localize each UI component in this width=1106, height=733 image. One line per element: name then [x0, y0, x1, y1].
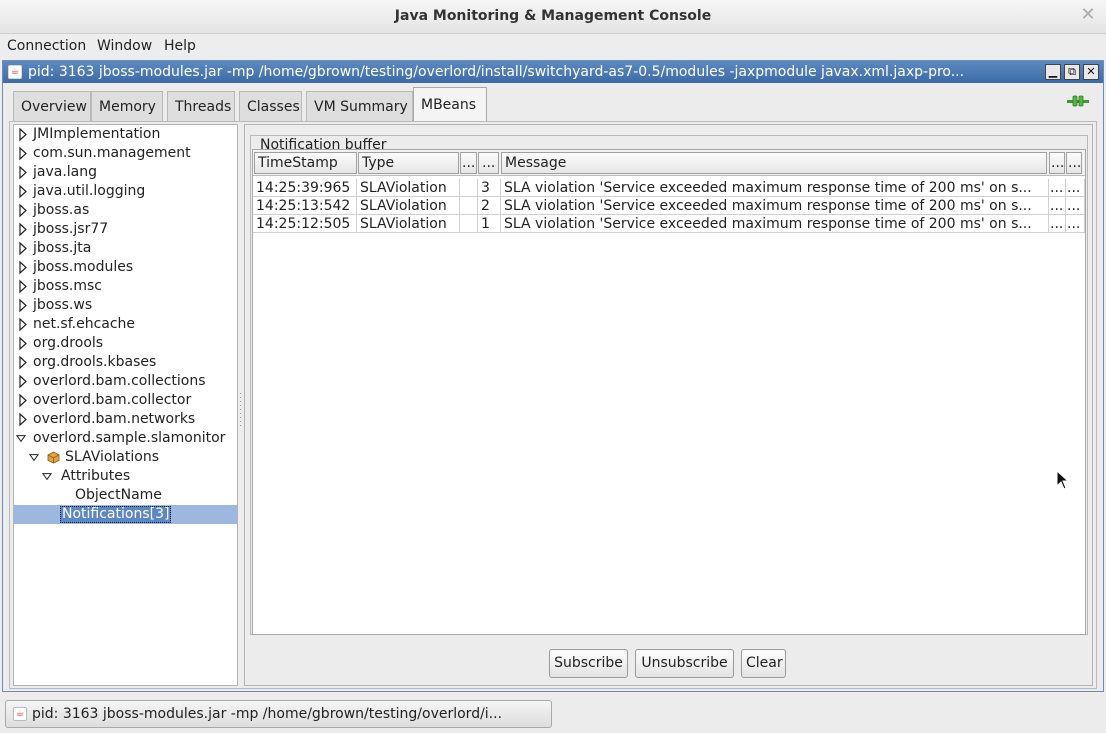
clear-button[interactable]: Clear [741, 649, 786, 678]
column-header-message[interactable]: Message [501, 152, 1047, 174]
tree-node[interactable]: com.sun.management [14, 144, 237, 163]
expand-arrow-icon[interactable] [18, 315, 28, 334]
tree-node[interactable]: overlord.bam.collector [14, 391, 237, 410]
window-title: Java Monitoring & Management Console [394, 8, 712, 24]
expand-arrow-icon[interactable] [18, 239, 28, 258]
close-window-button[interactable]: ✕ [1076, 4, 1100, 26]
expand-arrow-icon[interactable] [18, 201, 28, 220]
tree-leaf-selected[interactable]: Notifications[3] [14, 505, 237, 524]
tab-mbeans[interactable]: MBeans [413, 87, 487, 122]
tree-node[interactable]: net.sf.ehcache [14, 315, 237, 334]
table-row[interactable]: 14:25:12:505 SLAViolation 1 SLA violatio… [253, 215, 1085, 233]
tree-node[interactable]: jboss.modules [14, 258, 237, 277]
table-row[interactable]: 14:25:39:965 SLAViolation 3 SLA violatio… [253, 179, 1085, 197]
subscribe-button[interactable]: Subscribe [549, 649, 628, 678]
collapse-arrow-icon[interactable] [29, 448, 39, 467]
collapse-arrow-icon[interactable] [16, 429, 26, 448]
taskbar-window-label: pid: 3163 jboss-modules.jar -mp /home/gb… [32, 706, 503, 722]
column-header-seq-num[interactable]: ... [478, 152, 499, 174]
expand-arrow-icon[interactable] [18, 258, 28, 277]
menu-window[interactable]: Window [97, 38, 152, 54]
menu-help[interactable]: Help [164, 38, 196, 54]
mbean-tree[interactable]: JMImplementation com.sun.management java… [13, 124, 238, 686]
mbean-bean-icon [47, 451, 60, 464]
tab-memory[interactable]: Memory [91, 91, 163, 121]
window-title-bar: Java Monitoring & Management Console ✕ [0, 0, 1106, 34]
expand-arrow-icon[interactable] [18, 182, 28, 201]
column-header-type[interactable]: Type [358, 152, 459, 174]
tree-node[interactable]: jboss.msc [14, 277, 237, 296]
expand-arrow-icon[interactable] [18, 125, 28, 144]
mouse-pointer-icon [1056, 470, 1070, 490]
column-header-source[interactable]: ... [1066, 152, 1082, 174]
restore-button[interactable]: ⧉ [1064, 64, 1080, 80]
expand-arrow-icon[interactable] [18, 410, 28, 429]
column-header-user-data[interactable]: ... [460, 152, 477, 174]
java-cup-icon: ☕ [8, 65, 22, 79]
table-row[interactable]: 14:25:13:542 SLAViolation 2 SLA violatio… [253, 197, 1085, 215]
internal-frame-title: pid: 3163 jboss-modules.jar -mp /home/gb… [28, 64, 965, 80]
java-cup-icon: ☕ [13, 707, 27, 721]
tree-node[interactable]: org.drools [14, 334, 237, 353]
window-list-bar: ☕ pid: 3163 jboss-modules.jar -mp /home/… [0, 694, 1106, 733]
tree-node-expanded[interactable]: SLAViolations [14, 448, 237, 467]
expand-arrow-icon[interactable] [18, 334, 28, 353]
collapse-arrow-icon[interactable] [42, 467, 52, 486]
tab-overview[interactable]: Overview [13, 91, 91, 121]
tree-node[interactable]: JMImplementation [14, 125, 237, 144]
column-header-event[interactable]: ... [1049, 152, 1065, 174]
tree-node[interactable]: jboss.jta [14, 239, 237, 258]
tree-node[interactable]: overlord.bam.collections [14, 372, 237, 391]
expand-arrow-icon[interactable] [18, 372, 28, 391]
internal-frame-title-bar[interactable]: ☕ pid: 3163 jboss-modules.jar -mp /home/… [3, 61, 1103, 83]
taskbar-window-button[interactable]: ☕ pid: 3163 jboss-modules.jar -mp /home/… [5, 700, 552, 728]
tree-node[interactable]: java.lang [14, 163, 237, 182]
table-header: TimeStamp Type ... ... Message ... ... [253, 150, 1085, 176]
expand-arrow-icon[interactable] [18, 144, 28, 163]
split-pane-divider[interactable] [239, 391, 243, 431]
tree-node-expanded[interactable]: Attributes [14, 467, 237, 486]
expand-arrow-icon[interactable] [18, 296, 28, 315]
connected-plug-icon[interactable] [1067, 95, 1089, 107]
unsubscribe-button[interactable]: Unsubscribe [635, 649, 734, 678]
tree-leaf[interactable]: ObjectName [14, 486, 237, 505]
menu-connection[interactable]: Connection [7, 38, 86, 54]
expand-arrow-icon[interactable] [18, 220, 28, 239]
tree-node[interactable]: jboss.as [14, 201, 237, 220]
expand-arrow-icon[interactable] [18, 277, 28, 296]
tab-classes[interactable]: Classes [239, 91, 302, 121]
expand-arrow-icon[interactable] [18, 391, 28, 410]
tree-node[interactable]: overlord.bam.networks [14, 410, 237, 429]
expand-arrow-icon[interactable] [18, 163, 28, 182]
tree-node-expanded[interactable]: overlord.sample.slamonitor [14, 429, 237, 448]
column-header-timestamp[interactable]: TimeStamp [254, 152, 357, 174]
menu-bar: Connection Window Help [0, 35, 1106, 59]
connection-internal-frame: ☕ pid: 3163 jboss-modules.jar -mp /home/… [2, 60, 1104, 692]
tree-node[interactable]: jboss.jsr77 [14, 220, 237, 239]
minimize-button[interactable]: ▁ [1045, 64, 1061, 80]
notification-table[interactable]: TimeStamp Type ... ... Message ... ... 1… [252, 149, 1086, 635]
tree-node[interactable]: org.drools.kbases [14, 353, 237, 372]
tree-node[interactable]: java.util.logging [14, 182, 237, 201]
tab-threads[interactable]: Threads [167, 91, 235, 121]
tab-vm-summary[interactable]: VM Summary [306, 91, 413, 121]
expand-arrow-icon[interactable] [18, 353, 28, 372]
close-frame-button[interactable]: ✕ [1083, 64, 1099, 80]
tree-node[interactable]: jboss.ws [14, 296, 237, 315]
